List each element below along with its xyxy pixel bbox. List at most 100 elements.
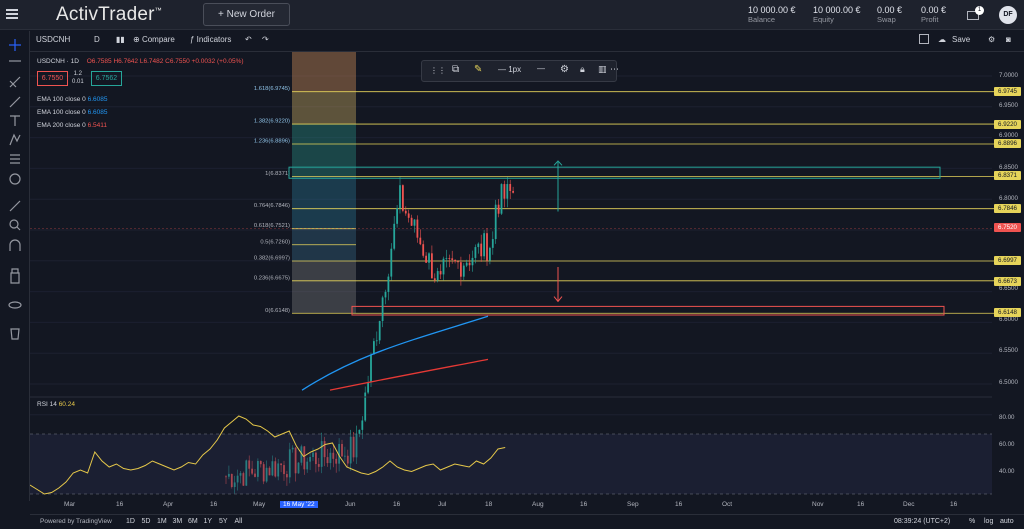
top-bar: ActivTrader™ + New Order 10 000.00 € Bal… <box>0 0 1024 30</box>
range-button[interactable]: 1D <box>126 518 135 525</box>
avatar[interactable]: DF <box>999 6 1017 24</box>
range-button[interactable]: 3M <box>173 518 183 525</box>
delete-drawing-icon[interactable]: ▥ <box>598 64 607 75</box>
range-button[interactable]: All <box>235 518 243 525</box>
fib-level-label: 0.618(6.7521) <box>254 223 290 229</box>
range-button[interactable]: 1M <box>157 518 167 525</box>
equity-stat: 10 000.00 € Equity <box>813 5 861 24</box>
fib-price-label: 6.8371 <box>994 170 1021 180</box>
line-color-icon[interactable]: ✎ <box>474 64 482 75</box>
price-axis-tick: 6.5500 <box>999 347 1018 354</box>
prediction-tool-icon[interactable] <box>10 154 20 164</box>
rsi-legend: RSI 14 60.24 <box>37 401 75 408</box>
rsi-value: 60.24 <box>58 401 75 408</box>
save-button[interactable]: Save <box>952 35 970 44</box>
new-order-button[interactable]: + New Order <box>203 3 290 26</box>
sell-price-button[interactable]: 6.7550 <box>37 71 68 86</box>
candle-body <box>506 184 509 199</box>
fib-price-label: 6.7846 <box>994 203 1021 213</box>
ruler-icon[interactable] <box>9 200 21 212</box>
time-axis-cursor-label: 16 May '22 <box>280 501 318 508</box>
magnet-icon[interactable] <box>9 239 21 251</box>
rsi-band <box>30 434 992 494</box>
lock-icon[interactable]: 🔒︎ <box>580 64 585 75</box>
candle-body <box>396 208 398 224</box>
drawing-settings-icon[interactable]: ⚙ <box>560 64 569 75</box>
time-axis-tick: May <box>253 501 266 508</box>
time-axis-tick: 16 <box>580 501 588 508</box>
redo-icon[interactable]: ↷ <box>262 35 269 44</box>
candle-body <box>402 185 404 211</box>
trash-icon[interactable] <box>10 328 20 340</box>
fib-price-label: 6.9220 <box>994 119 1021 129</box>
time-axis[interactable]: Mar 16 Apr 16 May 16 May '22 Jun 16 Jul 18 Aug 16 Se… <box>30 499 992 513</box>
ohlc-values: O6.7585 H6.7642 L6.7482 C6.7550 +0.0032 … <box>86 58 244 65</box>
candle-body <box>462 265 465 277</box>
fullscreen-icon[interactable] <box>919 34 929 44</box>
ema-200-line <box>329 358 489 391</box>
time-axis-tick: Aug <box>532 501 544 508</box>
time-axis-tick: Apr <box>163 501 174 508</box>
settings-gear-icon[interactable]: ⚙ <box>988 35 995 44</box>
drag-handle-icon[interactable]: ⋮⋮ <box>430 66 446 75</box>
fib-tool-icon[interactable] <box>9 76 21 88</box>
fib-level-label: 1(6.8371) <box>265 171 290 177</box>
camera-icon[interactable]: ◙ <box>1006 35 1011 44</box>
range-button[interactable]: 5Y <box>219 518 228 525</box>
emoji-icon[interactable] <box>9 173 21 185</box>
price-axis-tick: 6.9500 <box>999 102 1018 109</box>
profit-stat[interactable]: 0.00 € Profit <box>921 5 946 25</box>
range-button[interactable]: 1Y <box>204 518 213 525</box>
percent-scale-toggle[interactable]: % <box>969 518 975 525</box>
crosshair-icon[interactable] <box>9 39 21 51</box>
price-axis-tick: 6.6000 <box>999 316 1018 323</box>
line-style-icon[interactable]: — <box>537 64 545 73</box>
auto-scale-toggle[interactable]: auto <box>1000 518 1014 525</box>
undo-icon[interactable]: ↶ <box>245 35 252 44</box>
line-width-selector[interactable]: — 1px <box>498 65 521 74</box>
candle-body <box>407 213 410 218</box>
candle-body <box>497 204 500 214</box>
hamburger-menu-icon[interactable] <box>6 9 18 19</box>
brush-icon[interactable] <box>9 96 21 108</box>
candle-body <box>483 233 485 257</box>
buy-price-button[interactable]: 6.7562 <box>91 71 122 86</box>
powered-by-tradingview[interactable]: Powered by TradingView <box>40 518 112 525</box>
rsi-label: RSI 14 <box>37 401 57 408</box>
candle-body <box>480 243 483 257</box>
time-axis-tick: 16 <box>950 501 958 508</box>
candle-body <box>425 255 427 263</box>
lock-drawings-icon[interactable] <box>10 268 20 284</box>
interval-selector[interactable]: D <box>94 35 100 44</box>
candle-body <box>494 204 497 240</box>
compare-button[interactable]: ⊕ Compare <box>133 35 175 44</box>
brand-logo: ActivTrader™ <box>56 4 162 25</box>
candle-body <box>375 340 378 342</box>
candle-body <box>404 210 407 214</box>
bar-style-icon[interactable]: ▮▮ <box>116 35 125 44</box>
price-chart[interactable]: 1.618(6.9745) 1.382(6.9220) 1.236(6.8896) 1… <box>30 52 1024 501</box>
candle-body <box>460 262 462 277</box>
template-icon[interactable]: ⧉ <box>452 64 459 75</box>
pattern-tool-icon[interactable] <box>9 133 21 146</box>
candle-body <box>503 184 506 199</box>
fib-level-label: 0.764(6.7846) <box>254 203 290 209</box>
indicators-button[interactable]: ƒ Indicators <box>190 35 231 44</box>
candle-body <box>454 259 456 262</box>
fib-level-label: 1.236(6.8896) <box>254 139 290 145</box>
support-zone <box>351 305 945 316</box>
time-axis-tick: 16 <box>857 501 865 508</box>
eye-icon[interactable] <box>8 301 22 309</box>
time-axis-tick: 16 <box>210 501 218 508</box>
symbol-search[interactable]: USDCNH <box>36 35 70 44</box>
log-scale-toggle[interactable]: log <box>984 518 993 525</box>
range-button[interactable]: 6M <box>188 518 198 525</box>
candle-body <box>416 219 419 238</box>
text-tool-icon[interactable] <box>10 115 20 126</box>
candle-body <box>468 262 471 266</box>
cloud-icon[interactable]: ☁ <box>938 35 946 44</box>
zoom-icon[interactable] <box>9 219 21 231</box>
range-button[interactable]: 5D <box>142 518 151 525</box>
more-options-icon[interactable]: ⋯ <box>610 64 619 75</box>
time-axis-tick: Nov <box>812 501 824 508</box>
